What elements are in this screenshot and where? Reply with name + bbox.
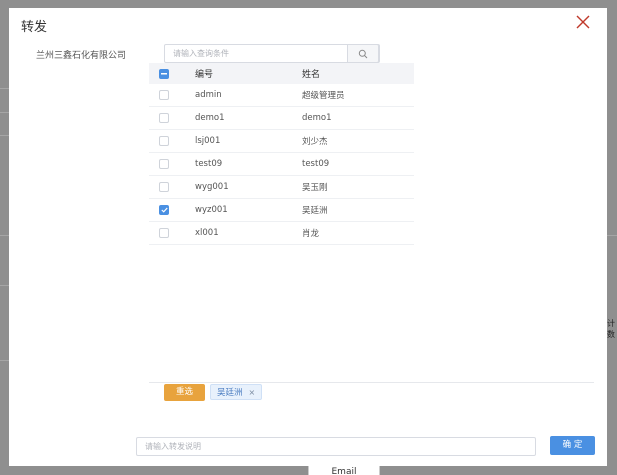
row-checkbox-cell <box>149 205 195 215</box>
table-row[interactable]: demo1 demo1 <box>149 107 414 130</box>
row-checkbox[interactable] <box>159 228 169 238</box>
search-input[interactable] <box>165 45 349 62</box>
forward-remark-input[interactable] <box>136 437 536 456</box>
close-icon <box>576 15 590 29</box>
cell-id: test09 <box>195 159 223 169</box>
row-checkbox-cell <box>149 182 195 192</box>
company-tree-node[interactable]: 兰州三鑫石化有限公司 <box>36 48 126 61</box>
cell-id: xl001 <box>195 228 219 238</box>
modal-title: 转发 <box>21 20 48 35</box>
table-row[interactable]: test09 test09 <box>149 153 414 176</box>
row-checkbox[interactable] <box>159 136 169 146</box>
background-side-text: 计 数 <box>607 319 615 339</box>
table-row[interactable]: xl001 肖龙 <box>149 222 414 245</box>
cell-name: 超级管理员 <box>302 91 345 101</box>
cell-name: test09 <box>302 159 330 169</box>
cell-name: 刘少杰 <box>302 137 328 147</box>
row-checkbox-cell <box>149 228 195 238</box>
row-checkbox-cell <box>149 90 195 100</box>
cell-id: demo1 <box>195 113 225 123</box>
row-checkbox-cell <box>149 136 195 146</box>
background-divider <box>0 360 9 361</box>
cell-name: demo1 <box>302 113 332 123</box>
confirm-button[interactable]: 确 定 <box>550 436 595 455</box>
chip-label: 吴廷洲 <box>217 388 243 398</box>
row-checkbox[interactable] <box>159 90 169 100</box>
column-header-id: 编号 <box>195 70 214 80</box>
search-box <box>164 44 380 63</box>
row-checkbox-cell <box>149 159 195 169</box>
cell-id: lsj001 <box>195 136 221 146</box>
background-divider <box>0 112 9 113</box>
cell-name: 吴玉刚 <box>302 183 328 193</box>
cell-name: 吴廷洲 <box>302 206 328 216</box>
user-table: 编号 姓名 admin 超级管理员 demo1 demo1 lsj001 刘少杰 test0… <box>149 63 414 245</box>
cell-name: 肖龙 <box>302 229 320 239</box>
search-button[interactable] <box>347 44 379 63</box>
table-header: 编号 姓名 <box>149 63 414 84</box>
background-divider <box>0 88 9 89</box>
search-icon <box>358 49 368 58</box>
table-row[interactable]: wyz001 吴廷洲 <box>149 199 414 222</box>
row-checkbox[interactable] <box>159 182 169 192</box>
selected-user-chip: 吴廷洲 × <box>210 384 263 400</box>
row-checkbox[interactable] <box>159 205 169 215</box>
row-checkbox-cell <box>149 113 195 123</box>
background-divider <box>0 135 9 136</box>
background-divider <box>0 235 9 236</box>
table-row[interactable]: wyg001 吴玉刚 <box>149 176 414 199</box>
header-checkbox-cell <box>149 68 195 79</box>
select-all-checkbox[interactable] <box>159 68 169 79</box>
indeterminate-icon <box>161 72 167 74</box>
reset-button[interactable]: 重选 <box>164 384 205 401</box>
check-icon <box>160 207 168 213</box>
background-divider <box>0 285 9 286</box>
close-button[interactable] <box>575 14 591 30</box>
table-row[interactable]: lsj001 刘少杰 <box>149 130 414 153</box>
cell-id: wyg001 <box>195 182 229 192</box>
cell-id: wyz001 <box>195 205 228 215</box>
row-checkbox[interactable] <box>159 113 169 123</box>
cell-id: admin <box>195 90 222 100</box>
row-checkbox[interactable] <box>159 159 169 169</box>
selection-divider <box>149 382 594 383</box>
column-header-name: 姓名 <box>302 70 321 80</box>
forward-modal: 转发 兰州三鑫石化有限公司 编号 姓名 admin 超级管理员 demo1 demo1 <box>9 8 607 466</box>
table-row[interactable]: admin 超级管理员 <box>149 84 414 107</box>
chip-close-icon[interactable]: × <box>249 388 256 397</box>
background-divider <box>607 235 617 236</box>
